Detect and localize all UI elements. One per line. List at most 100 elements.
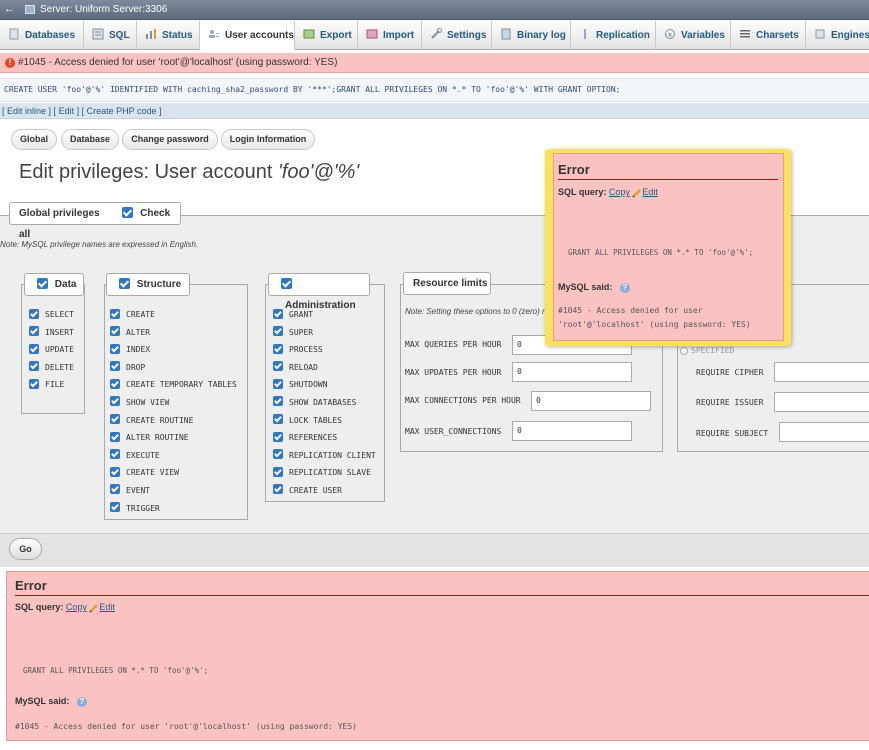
- priv-shutdown[interactable]: SHUTDOWN: [273, 376, 376, 394]
- checkbox-checked-icon: [273, 396, 283, 407]
- resource-limits-note: Note: Setting these options to 0 (zero) …: [405, 307, 545, 316]
- ssl-require-issuer-label: REQUIRE ISSUER: [696, 398, 764, 407]
- error-message: #1045 - Access denied for user 'root'@'l…: [15, 722, 357, 731]
- checkbox-checked-icon: [273, 308, 283, 319]
- tab-charsets[interactable]: Charsets: [731, 21, 806, 50]
- tab-settings[interactable]: Settings: [422, 21, 492, 50]
- priv-event[interactable]: EVENT: [110, 482, 237, 500]
- priv-create-routine[interactable]: CREATE ROUTINE: [110, 412, 237, 430]
- limit-label-max-updates: MAX UPDATES PER HOUR: [405, 368, 502, 377]
- ssl-require-cipher-input[interactable]: [774, 362, 869, 382]
- subtab-login-information[interactable]: Login Information: [221, 129, 315, 150]
- go-button[interactable]: Go: [9, 538, 42, 560]
- priv-alter-routine[interactable]: ALTER ROUTINE: [110, 429, 237, 447]
- checkbox-checked-icon: [37, 277, 48, 289]
- priv-reload[interactable]: RELOAD: [273, 359, 376, 377]
- tab-databases[interactable]: Databases: [0, 21, 84, 50]
- checkbox-checked-icon: [110, 326, 120, 337]
- copy-link[interactable]: Copy: [609, 187, 630, 197]
- checkbox-checked-icon: [29, 326, 39, 337]
- priv-references[interactable]: REFERENCES: [273, 429, 376, 447]
- users-icon: [209, 30, 219, 39]
- checkbox-checked-icon: [110, 431, 120, 442]
- tab-variables[interactable]: x Variables: [656, 21, 731, 50]
- limit-label-max-connections: MAX CONNECTIONS PER HOUR: [405, 396, 521, 405]
- edit-inline-link[interactable]: Edit inline: [7, 106, 46, 116]
- log-icon: [501, 28, 511, 40]
- checkbox-checked-icon: [29, 361, 39, 372]
- priv-index[interactable]: INDEX: [110, 341, 237, 359]
- error-banner: ! #1045 - Access denied for user 'root'@…: [0, 53, 869, 73]
- tab-user-accounts[interactable]: User accounts: [200, 21, 295, 50]
- priv-create-temporary-tables[interactable]: CREATE TEMPORARY TABLES: [110, 376, 237, 394]
- error-icon: !: [5, 58, 15, 68]
- priv-update[interactable]: UPDATE: [29, 341, 74, 359]
- tab-sql[interactable]: SQL: [84, 21, 137, 50]
- ssl-specified-radio[interactable]: SPECIFIED: [680, 346, 734, 355]
- priv-select[interactable]: SELECT: [29, 306, 74, 324]
- checkbox-checked-icon: [110, 466, 120, 477]
- error-title: Error: [15, 578, 869, 596]
- subtab-global[interactable]: Global: [11, 129, 57, 150]
- help-icon[interactable]: ?: [619, 282, 630, 293]
- priv-insert[interactable]: INSERT: [29, 324, 74, 342]
- ssl-require-subject-input[interactable]: [779, 422, 869, 442]
- ssl-require-issuer-input[interactable]: [774, 392, 869, 412]
- tab-status[interactable]: Status: [137, 21, 200, 50]
- replication-icon: [584, 29, 586, 40]
- max-user-connections-input[interactable]: 0: [512, 421, 632, 441]
- priv-show-databases[interactable]: SHOW DATABASES: [273, 394, 376, 412]
- administration-group-legend[interactable]: Administration: [268, 273, 370, 311]
- limit-label-max-user-connections: MAX USER_CONNECTIONS: [405, 427, 502, 436]
- sql-query-text: CREATE USER 'foo'@'%' IDENTIFIED WITH ca…: [4, 85, 621, 94]
- priv-create-user[interactable]: CREATE USER: [273, 482, 376, 500]
- edit-link[interactable]: Edit: [642, 187, 658, 197]
- priv-lock-tables[interactable]: LOCK TABLES: [273, 412, 376, 430]
- error-sql: GRANT ALL PRIVILEGES ON *.* TO 'foo'@'%'…: [23, 666, 209, 675]
- checkbox-checked-icon: [29, 378, 39, 389]
- tab-binary-log[interactable]: Binary log: [492, 21, 571, 50]
- priv-alter[interactable]: ALTER: [110, 324, 237, 342]
- error-banner-text: #1045 - Access denied for user 'root'@'l…: [18, 57, 338, 68]
- priv-create-view[interactable]: CREATE VIEW: [110, 464, 237, 482]
- sql-query-label: SQL query: Copy Edit: [558, 187, 658, 198]
- priv-drop[interactable]: DROP: [110, 359, 237, 377]
- help-icon[interactable]: ?: [76, 696, 87, 707]
- server-title[interactable]: Server: Uniform Server:3306: [40, 4, 167, 15]
- subtab-database[interactable]: Database: [61, 129, 119, 150]
- checkbox-checked-icon: [273, 378, 283, 389]
- error-popup-sql: GRANT ALL PRIVILEGES ON *.* TO 'foo'@'%'…: [568, 248, 754, 257]
- checkbox-checked-icon: [110, 361, 120, 372]
- priv-delete[interactable]: DELETE: [29, 359, 74, 377]
- priv-super[interactable]: SUPER: [273, 324, 376, 342]
- checkbox-checked-icon: [110, 449, 120, 460]
- priv-show-view[interactable]: SHOW VIEW: [110, 394, 237, 412]
- tab-import[interactable]: Import: [358, 21, 422, 50]
- tab-replication[interactable]: Replication: [571, 21, 656, 50]
- priv-execute[interactable]: EXECUTE: [110, 447, 237, 465]
- max-updates-input[interactable]: 0: [512, 362, 632, 382]
- data-privilege-list: SELECT INSERT UPDATE DELETE FILE: [29, 306, 74, 394]
- svg-text:x: x: [668, 32, 672, 39]
- subtab-change-password[interactable]: Change password: [122, 129, 218, 150]
- structure-group-legend[interactable]: Structure: [106, 273, 190, 296]
- priv-create[interactable]: CREATE: [110, 306, 237, 324]
- tab-export[interactable]: Export: [295, 21, 358, 50]
- create-php-code-link[interactable]: Create PHP code: [87, 106, 157, 116]
- copy-link[interactable]: Copy: [66, 602, 87, 612]
- sql-query-label: SQL query: Copy Edit: [15, 602, 115, 613]
- priv-file[interactable]: FILE: [29, 376, 74, 394]
- edit-link[interactable]: Edit: [59, 106, 75, 116]
- max-connections-input[interactable]: 0: [531, 391, 651, 411]
- priv-trigger[interactable]: TRIGGER: [110, 500, 237, 518]
- priv-replication-client[interactable]: REPLICATION CLIENT: [273, 447, 376, 465]
- checkbox-checked-icon: [110, 484, 120, 495]
- edit-link[interactable]: Edit: [99, 602, 115, 612]
- back-arrow-icon[interactable]: ←: [4, 3, 15, 15]
- priv-grant[interactable]: GRANT: [273, 306, 376, 324]
- structure-privilege-list: CREATE ALTER INDEX DROP CREATE TEMPORARY…: [110, 306, 237, 517]
- tab-engines[interactable]: Engines: [806, 21, 869, 50]
- priv-process[interactable]: PROCESS: [273, 341, 376, 359]
- data-group-legend[interactable]: Data: [24, 273, 84, 296]
- priv-replication-slave[interactable]: REPLICATION SLAVE: [273, 464, 376, 482]
